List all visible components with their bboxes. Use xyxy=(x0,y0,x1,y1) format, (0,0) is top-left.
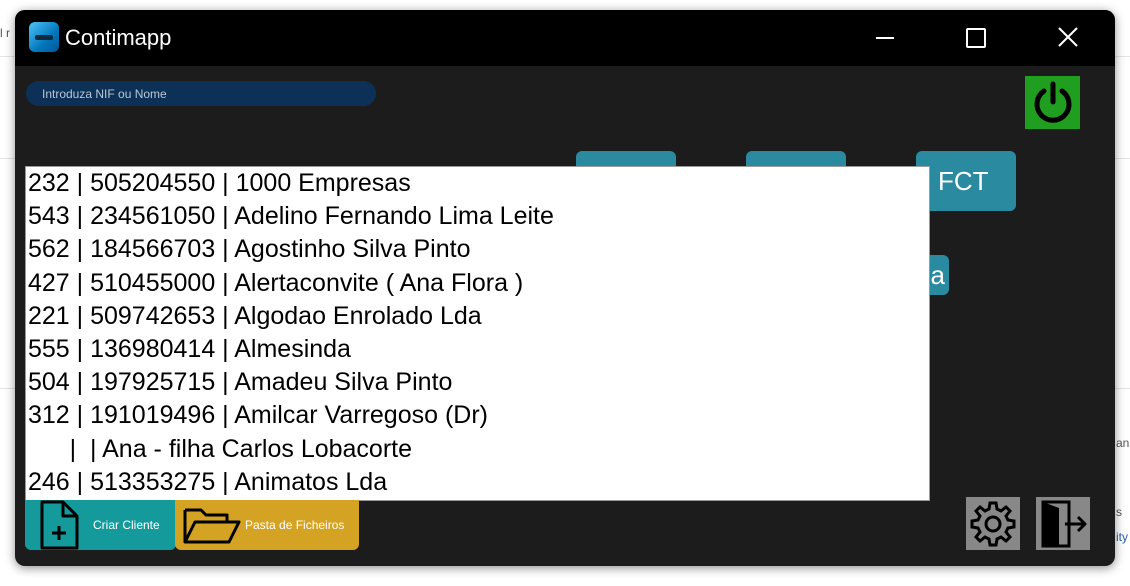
list-item[interactable]: 555 | 136980414 | Almesinda xyxy=(26,333,929,366)
maximize-button[interactable] xyxy=(956,20,996,56)
app-window: Contimapp FCT a 232 | 505204 xyxy=(15,10,1115,566)
fct-tile[interactable]: FCT xyxy=(916,151,1016,211)
background-link: ity xyxy=(1116,530,1128,544)
list-item[interactable]: 562 | 184566703 | Agostinho Silva Pinto xyxy=(26,233,929,266)
power-icon xyxy=(1034,81,1071,123)
pasta-ficheiros-label: Pasta de Ficheiros xyxy=(245,518,345,532)
list-item[interactable]: 312 | 191019496 | Amilcar Varregoso (Dr) xyxy=(26,399,929,432)
list-item[interactable]: 543 | 234561050 | Adelino Fernando Lima … xyxy=(26,200,929,233)
criar-cliente-button[interactable]: Criar Cliente xyxy=(25,500,176,550)
close-button[interactable] xyxy=(1048,20,1088,56)
list-item[interactable]: | | Ana - filha Carlos Lobacorte xyxy=(26,433,929,466)
window-title: Contimapp xyxy=(65,25,172,50)
folder-icon xyxy=(183,508,241,544)
list-item[interactable]: 246 | 513353275 | Animatos Lda xyxy=(26,466,929,499)
list-item[interactable]: 232 | 505204550 | 1000 Empresas xyxy=(26,167,929,200)
list-item[interactable]: 427 | 510455000 | Alertaconvite ( Ana Fl… xyxy=(26,267,929,300)
minimize-icon xyxy=(876,37,894,39)
gear-icon xyxy=(970,501,1016,546)
minimize-button[interactable] xyxy=(865,20,905,56)
settings-button[interactable] xyxy=(966,497,1020,550)
new-file-icon xyxy=(40,500,79,550)
background-text: l r xyxy=(0,26,10,40)
pasta-ficheiros-button[interactable]: Pasta de Ficheiros xyxy=(175,500,359,550)
search-input[interactable] xyxy=(26,81,376,106)
power-button[interactable] xyxy=(1025,76,1080,129)
list-item[interactable]: 221 | 509742653 | Algodao Enrolado Lda xyxy=(26,300,929,333)
close-icon xyxy=(1058,27,1078,47)
exit-button[interactable] xyxy=(1036,497,1090,550)
criar-cliente-label: Criar Cliente xyxy=(93,518,160,532)
list-item[interactable]: 504 | 197925715 | Amadeu Silva Pinto xyxy=(26,366,929,399)
background-text: s xyxy=(1116,505,1122,519)
search-results-dropdown[interactable]: 232 | 505204550 | 1000 Empresas 543 | 23… xyxy=(25,166,930,501)
maximize-icon xyxy=(966,28,986,48)
title-bar[interactable]: Contimapp xyxy=(15,10,1115,66)
exit-door-icon xyxy=(1041,500,1087,547)
background-text: an xyxy=(1116,436,1130,450)
app-logo-icon xyxy=(29,22,59,52)
